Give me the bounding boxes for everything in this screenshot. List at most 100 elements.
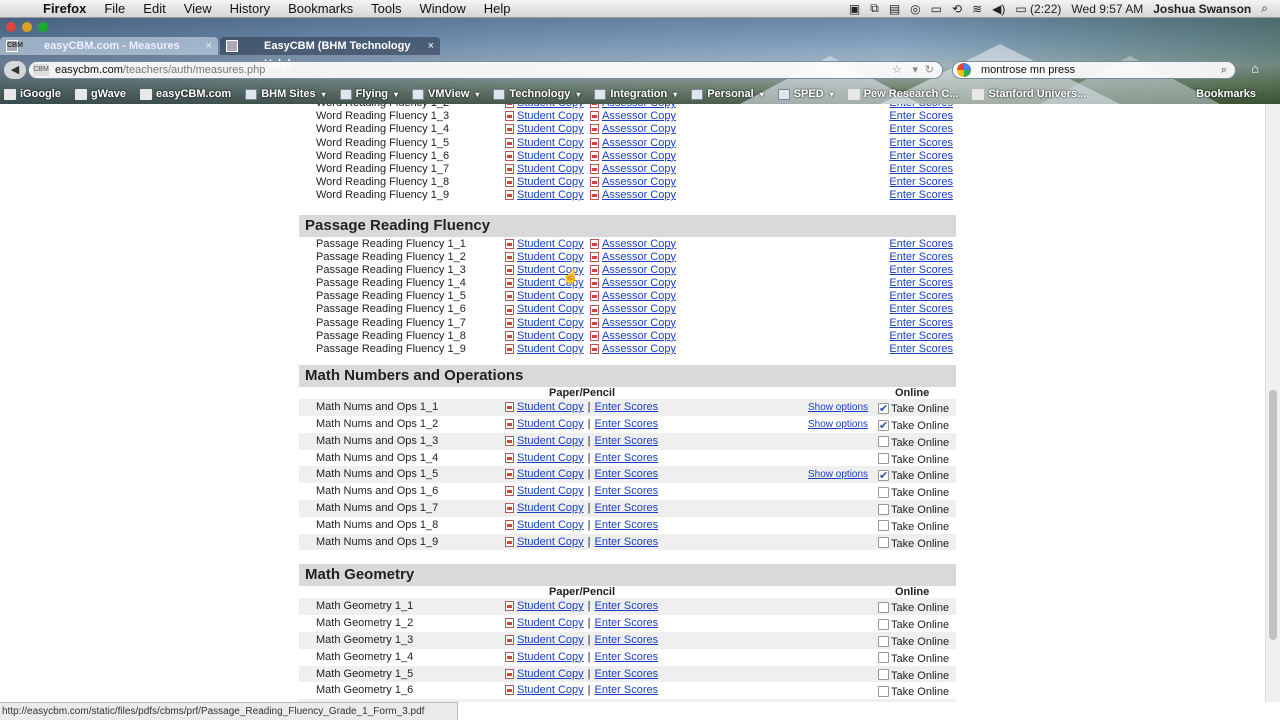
- assessor-copy-label[interactable]: Assessor Copy: [602, 104, 676, 109]
- student-copy-link[interactable]: Student Copy: [517, 468, 584, 480]
- enter-scores-link[interactable]: Enter Scores: [889, 290, 953, 303]
- show-options-link[interactable]: Show options: [808, 467, 868, 484]
- dropdown-icon[interactable]: ▾: [912, 62, 918, 78]
- take-online-toggle[interactable]: Take Online: [878, 536, 949, 553]
- menu-bookmarks[interactable]: Bookmarks: [279, 0, 362, 18]
- assessor-copy-link[interactable]: Assessor Copy: [590, 343, 676, 356]
- take-online-checkbox[interactable]: [878, 453, 889, 465]
- wifi-icon[interactable]: ≋: [972, 2, 982, 16]
- student-copy-link[interactable]: Student Copy: [505, 176, 584, 189]
- enter-scores-link[interactable]: Enter Scores: [595, 651, 659, 663]
- tab-bhm-technology-help[interactable]: EasyCBM (BHM Technology Help) ×: [220, 37, 440, 70]
- assessor-copy-link[interactable]: Assessor Copy: [590, 277, 676, 290]
- take-online-checkbox[interactable]: [878, 520, 889, 532]
- show-options-link[interactable]: Show options: [808, 400, 868, 417]
- student-copy-link[interactable]: Student Copy: [517, 634, 584, 646]
- student-copy-link[interactable]: Student Copy: [505, 163, 584, 176]
- enter-scores-link[interactable]: Enter Scores: [889, 110, 953, 123]
- take-online-toggle[interactable]: Take Online: [878, 701, 949, 702]
- student-copy-link[interactable]: Student Copy: [505, 303, 584, 316]
- menu-help[interactable]: Help: [475, 0, 520, 18]
- student-copy-link[interactable]: Student Copy: [517, 668, 584, 680]
- assessor-copy-label[interactable]: Assessor Copy: [602, 290, 676, 302]
- menu-edit[interactable]: Edit: [134, 0, 174, 18]
- user-name[interactable]: Joshua Swanson: [1153, 2, 1251, 16]
- assessor-copy-label[interactable]: Assessor Copy: [602, 163, 676, 175]
- student-copy-link[interactable]: Student Copy: [517, 519, 584, 531]
- student-copy-label[interactable]: Student Copy: [517, 110, 584, 122]
- take-online-checkbox[interactable]: [878, 436, 889, 448]
- student-copy-label[interactable]: Student Copy: [517, 137, 584, 149]
- assessor-copy-link[interactable]: Assessor Copy: [590, 317, 676, 330]
- student-copy-link[interactable]: Student Copy: [505, 137, 584, 150]
- bookmark-item[interactable]: BHM Sites ▾: [241, 88, 335, 100]
- enter-scores-link[interactable]: Enter Scores: [889, 251, 953, 264]
- enter-scores-link[interactable]: Enter Scores: [595, 634, 659, 646]
- enter-scores-link[interactable]: Enter Scores: [595, 701, 659, 702]
- student-copy-label[interactable]: Student Copy: [517, 303, 584, 315]
- student-copy-link[interactable]: Student Copy: [505, 238, 584, 251]
- enter-scores-link[interactable]: Enter Scores: [595, 519, 659, 531]
- take-online-checkbox[interactable]: [878, 401, 889, 418]
- student-copy-link[interactable]: Student Copy: [505, 150, 584, 163]
- show-options-link[interactable]: Show options: [808, 417, 868, 434]
- enter-scores-link[interactable]: Enter Scores: [595, 485, 659, 497]
- take-online-checkbox[interactable]: [878, 468, 889, 485]
- reload-icon[interactable]: ↻: [925, 62, 934, 78]
- take-online-checkbox[interactable]: [878, 635, 889, 647]
- assessor-copy-label[interactable]: Assessor Copy: [602, 150, 676, 162]
- take-online-checkbox[interactable]: [878, 486, 889, 498]
- student-copy-link[interactable]: Student Copy: [505, 110, 584, 123]
- bookmark-item[interactable]: Flying ▾: [336, 88, 408, 100]
- student-copy-label[interactable]: Student Copy: [517, 251, 584, 263]
- assessor-copy-label[interactable]: Assessor Copy: [602, 123, 676, 135]
- home-button[interactable]: ⌂: [1244, 61, 1266, 79]
- assessor-copy-label[interactable]: Assessor Copy: [602, 110, 676, 122]
- bookmark-item[interactable]: Integration ▾: [590, 88, 687, 100]
- enter-scores-link[interactable]: Enter Scores: [889, 277, 953, 290]
- menu-window[interactable]: Window: [411, 0, 475, 18]
- student-copy-label[interactable]: Student Copy: [517, 290, 584, 302]
- take-online-checkbox[interactable]: [878, 685, 889, 697]
- student-copy-link[interactable]: Student Copy: [505, 317, 584, 330]
- enter-scores-link[interactable]: Enter Scores: [889, 264, 953, 277]
- assessor-copy-label[interactable]: Assessor Copy: [602, 330, 676, 342]
- student-copy-link[interactable]: Student Copy: [517, 684, 584, 696]
- enter-scores-link[interactable]: Enter Scores: [595, 418, 659, 430]
- take-online-checkbox[interactable]: [878, 503, 889, 515]
- enter-scores-link[interactable]: Enter Scores: [595, 452, 659, 464]
- assessor-copy-link[interactable]: Assessor Copy: [590, 123, 676, 136]
- bookmark-item[interactable]: easyCBM.com: [136, 88, 241, 100]
- bookmark-item[interactable]: Pew Research C...: [844, 88, 969, 100]
- assessor-copy-label[interactable]: Assessor Copy: [602, 343, 676, 355]
- enter-scores-link[interactable]: Enter Scores: [889, 176, 953, 189]
- site-identity-icon[interactable]: CBM: [33, 64, 49, 76]
- assessor-copy-link[interactable]: Assessor Copy: [590, 238, 676, 251]
- close-window-button[interactable]: [6, 22, 16, 32]
- assessor-copy-label[interactable]: Assessor Copy: [602, 176, 676, 188]
- bookmarks-menu[interactable]: Bookmarks: [1192, 88, 1280, 100]
- bookmark-item[interactable]: VMView ▾: [408, 88, 489, 100]
- enter-scores-link[interactable]: Enter Scores: [595, 684, 659, 696]
- app-menu[interactable]: Firefox: [34, 0, 95, 18]
- enter-scores-link[interactable]: Enter Scores: [595, 600, 659, 612]
- take-online-checkbox[interactable]: [878, 618, 889, 630]
- assessor-copy-link[interactable]: Assessor Copy: [590, 251, 676, 264]
- enter-scores-link[interactable]: Enter Scores: [889, 330, 953, 343]
- enter-scores-link[interactable]: Enter Scores: [889, 343, 953, 356]
- take-online-checkbox[interactable]: [878, 652, 889, 664]
- take-online-checkbox[interactable]: [878, 418, 889, 434]
- assessor-copy-link[interactable]: Assessor Copy: [590, 189, 676, 202]
- menu-tools[interactable]: Tools: [362, 0, 410, 18]
- tab-close-icon[interactable]: ×: [428, 37, 434, 55]
- student-copy-link[interactable]: Student Copy: [517, 418, 584, 430]
- assessor-copy-link[interactable]: Assessor Copy: [590, 290, 676, 303]
- minimize-window-button[interactable]: [22, 22, 32, 32]
- assessor-copy-link[interactable]: Assessor Copy: [590, 110, 676, 123]
- bookmark-item[interactable]: SPED ▾: [774, 88, 844, 100]
- assessor-copy-link[interactable]: Assessor Copy: [590, 176, 676, 189]
- assessor-copy-label[interactable]: Assessor Copy: [602, 264, 676, 276]
- student-copy-link[interactable]: Student Copy: [517, 600, 584, 612]
- student-copy-link[interactable]: Student Copy: [517, 485, 584, 497]
- menu-file[interactable]: File: [95, 0, 134, 18]
